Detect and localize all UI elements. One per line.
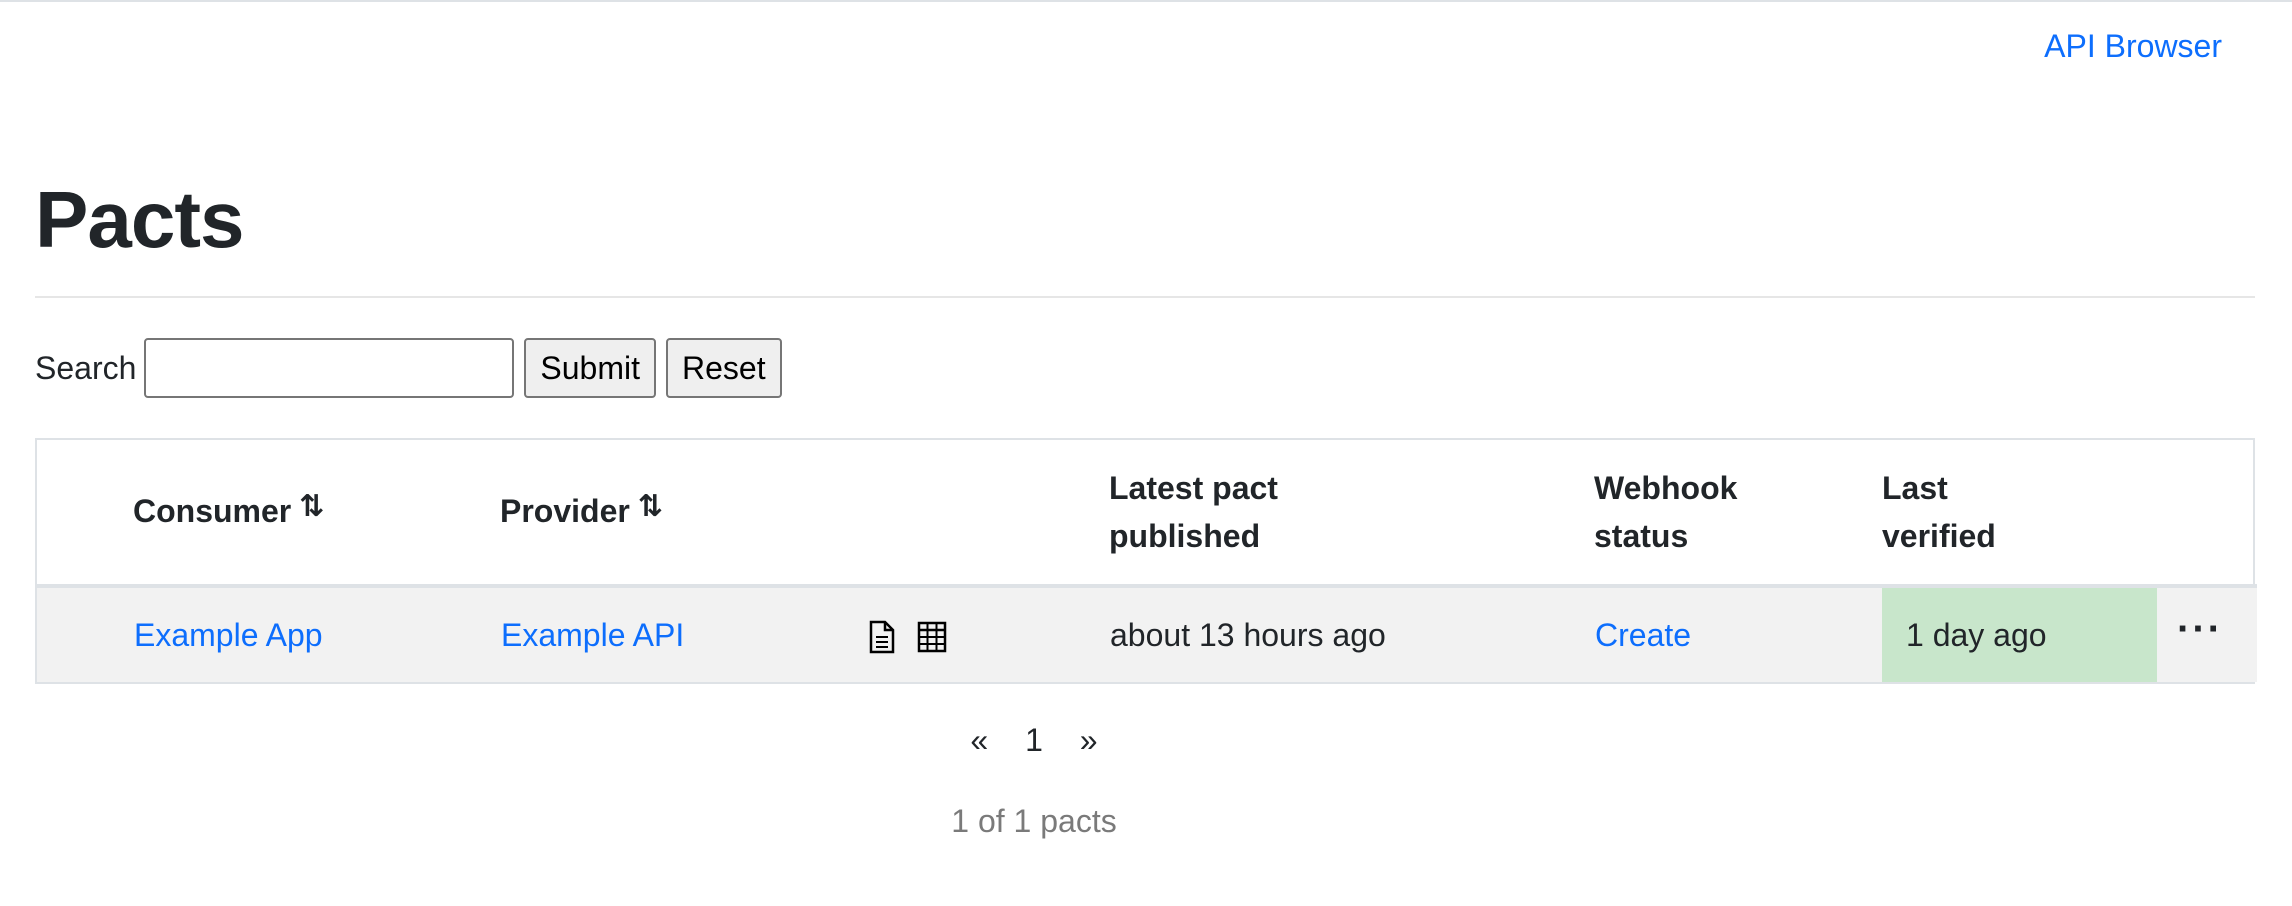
submit-button[interactable]: Submit [524,338,656,398]
last-verified-cell: 1 day ago [1882,586,2157,682]
more-dots-icon[interactable]: ··· [2177,607,2223,651]
pacts-page: API Browser Pacts Search Submit Reset Co… [0,0,2292,906]
search-label: Search [35,349,137,386]
header-spacer [37,440,133,588]
reset-button[interactable]: Reset [665,338,782,398]
page-title: Pacts [35,175,244,264]
provider-cell: Example API [500,586,867,682]
header-provider-label: Provider [500,493,630,529]
pact-icons-cell [867,586,1109,682]
header-webhook-status: Webhook status [1594,440,1882,588]
actions-cell: ··· [2157,586,2257,682]
pagination: « 1 » [0,722,2180,759]
create-webhook-link[interactable]: Create [1595,617,1691,653]
pagination-page[interactable]: 1 [1025,722,1043,758]
pacts-table: Consumer ⇅ Provider ⇅ Latest pact publishe… [35,438,2257,684]
table-header-row: Consumer ⇅ Provider ⇅ Latest pact publishe… [37,440,2257,588]
header-consumer-label: Consumer [133,493,292,529]
header-latest-pact-line2: published [1109,518,1261,554]
document-icon[interactable] [868,620,896,654]
header-last-verified-line1: Last [1882,470,1948,506]
header-latest-pact: Latest pact published [1109,440,1594,588]
header-webhook-line1: Webhook [1594,470,1738,506]
header-last-verified-line2: verified [1882,518,1996,554]
header-provider[interactable]: Provider ⇅ [500,440,867,588]
sort-arrows-icon[interactable]: ⇅ [638,483,663,531]
header-icons [867,440,1109,588]
header-latest-pact-line1: Latest pact [1109,470,1278,506]
sort-arrows-icon[interactable]: ⇅ [299,483,324,531]
table-row: Example App Example API about 13 hours a… [37,586,2257,682]
search-form: Search Submit Reset [35,338,782,398]
search-input[interactable] [144,338,515,398]
title-divider [35,296,2255,298]
webhook-status-cell: Create [1594,586,1882,682]
api-browser-link[interactable]: API Browser [2044,28,2222,65]
pagination-prev[interactable]: « [970,722,988,758]
row-spacer [37,586,133,682]
header-actions [2157,440,2257,588]
top-border [0,0,2292,2]
pacts-count: 1 of 1 pacts [951,803,1117,839]
consumer-link[interactable]: Example App [134,617,323,653]
table-grid-icon[interactable] [917,621,947,653]
latest-pact-cell: about 13 hours ago [1109,586,1594,682]
header-last-verified: Last verified [1882,440,2157,588]
pagination-next[interactable]: » [1080,722,1098,758]
provider-link[interactable]: Example API [501,617,684,653]
header-consumer[interactable]: Consumer ⇅ [133,440,500,588]
consumer-cell: Example App [133,586,500,682]
header-webhook-line2: status [1594,518,1689,554]
